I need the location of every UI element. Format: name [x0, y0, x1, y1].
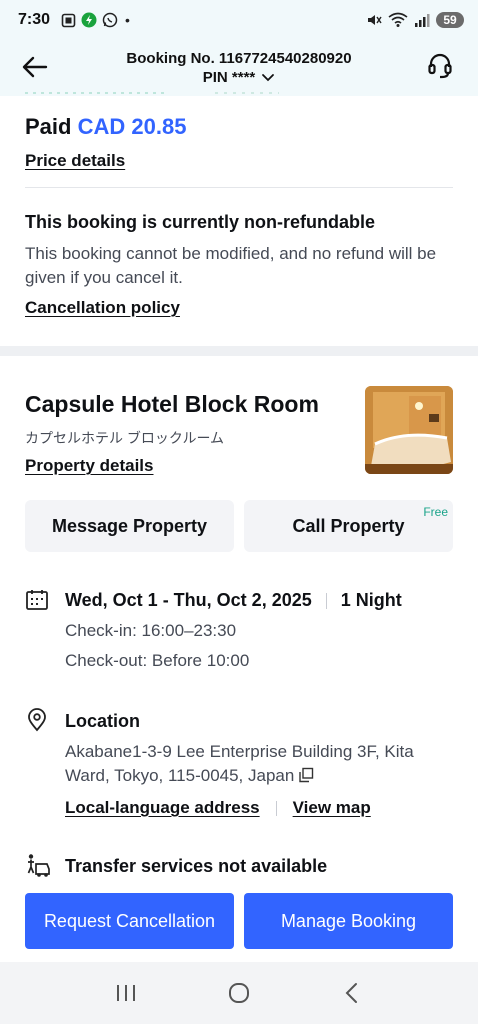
call-property-label: Call Property [292, 515, 405, 536]
transfer-status: Transfer services not available [65, 856, 328, 876]
back-button[interactable] [20, 52, 50, 82]
battery-indicator: 59 [436, 12, 464, 28]
copy-icon[interactable] [298, 766, 314, 790]
chevron-down-icon [262, 73, 275, 81]
home-button[interactable] [219, 973, 259, 1013]
refund-status-text: This booking cannot be modified, and no … [25, 244, 437, 287]
price-details-link[interactable]: Price details [25, 151, 125, 171]
pin-text: PIN **** [202, 69, 256, 86]
status-left-icons: • [60, 12, 130, 28]
refund-status-title: This booking is currently non-refundable [25, 212, 376, 232]
local-language-address-link[interactable]: Local-language address [65, 798, 260, 818]
hotel-name-japanese: カプセルホテル ブロックルーム [25, 430, 225, 446]
status-dot: • [125, 12, 130, 28]
calendar-icon [25, 588, 49, 612]
pin-toggle[interactable]: PIN **** [203, 68, 276, 87]
status-bar: 7:30 • 59 [0, 0, 478, 40]
booking-number: Booking No. 1167724540280920 [126, 50, 352, 67]
system-nav-bar [0, 962, 478, 1024]
back-chevron-icon [345, 983, 357, 1003]
system-back-button[interactable] [332, 973, 372, 1013]
whatsapp-icon [102, 12, 118, 28]
screenshot-icon [60, 12, 76, 28]
address-links: Local-language address View map [65, 798, 371, 818]
location-title: Location [65, 711, 140, 731]
location-address: Akabane1-3-9 Lee Enterprise Building 3F,… [65, 740, 460, 790]
hotel-name: Capsule Hotel Block Room [25, 391, 319, 417]
stay-nights: 1 Night [340, 590, 402, 610]
view-map-link[interactable]: View map [293, 798, 371, 818]
manage-booking-label: Manage Booking [280, 910, 417, 931]
power-icon [81, 12, 97, 28]
mute-icon [366, 12, 382, 28]
headset-icon [428, 53, 452, 79]
status-right-icons: 59 [366, 12, 464, 28]
wifi-icon [388, 12, 408, 28]
scrolled-content-peek [25, 88, 285, 98]
request-cancellation-label: Request Cancellation [43, 910, 216, 931]
recent-apps-button[interactable] [106, 973, 146, 1013]
paid-label: Paid [25, 114, 72, 139]
recent-apps-icon [117, 985, 136, 1001]
back-arrow-icon [22, 56, 48, 78]
paid-amount-row: Paid CAD 20.85 [25, 114, 186, 140]
separator [325, 592, 327, 609]
manage-booking-button[interactable]: Manage Booking [244, 893, 453, 949]
status-time: 7:30 [18, 11, 51, 28]
stay-dates: Wed, Oct 1 - Thu, Oct 2, 2025 [65, 590, 312, 610]
divider [25, 187, 453, 188]
header-center: Booking No. 1167724540280920 PIN **** [0, 49, 478, 87]
stay-dates-row: Wed, Oct 1 - Thu, Oct 2, 2025 1 Night [65, 590, 402, 611]
check-in-time: Check-in: 16:00–23:30 [65, 621, 237, 640]
call-property-button[interactable]: Call Property Free [244, 500, 453, 552]
free-tag: Free [423, 505, 448, 519]
customer-support-button[interactable] [424, 50, 456, 82]
paid-amount: CAD 20.85 [77, 114, 187, 139]
separator [275, 800, 277, 816]
check-out-time: Check-out: Before 10:00 [65, 651, 250, 670]
section-divider [0, 346, 478, 356]
cancellation-policy-link[interactable]: Cancellation policy [25, 298, 180, 318]
signal-icon [414, 12, 430, 28]
message-property-label: Message Property [51, 515, 208, 536]
request-cancellation-button[interactable]: Request Cancellation [25, 893, 234, 949]
home-icon [228, 983, 249, 1003]
property-details-link[interactable]: Property details [25, 456, 154, 476]
address-text: Akabane1-3-9 Lee Enterprise Building 3F,… [65, 742, 414, 785]
hotel-photo[interactable] [365, 386, 453, 474]
message-property-button[interactable]: Message Property [25, 500, 234, 552]
location-pin-icon [25, 708, 49, 732]
transfer-icon [25, 853, 50, 877]
